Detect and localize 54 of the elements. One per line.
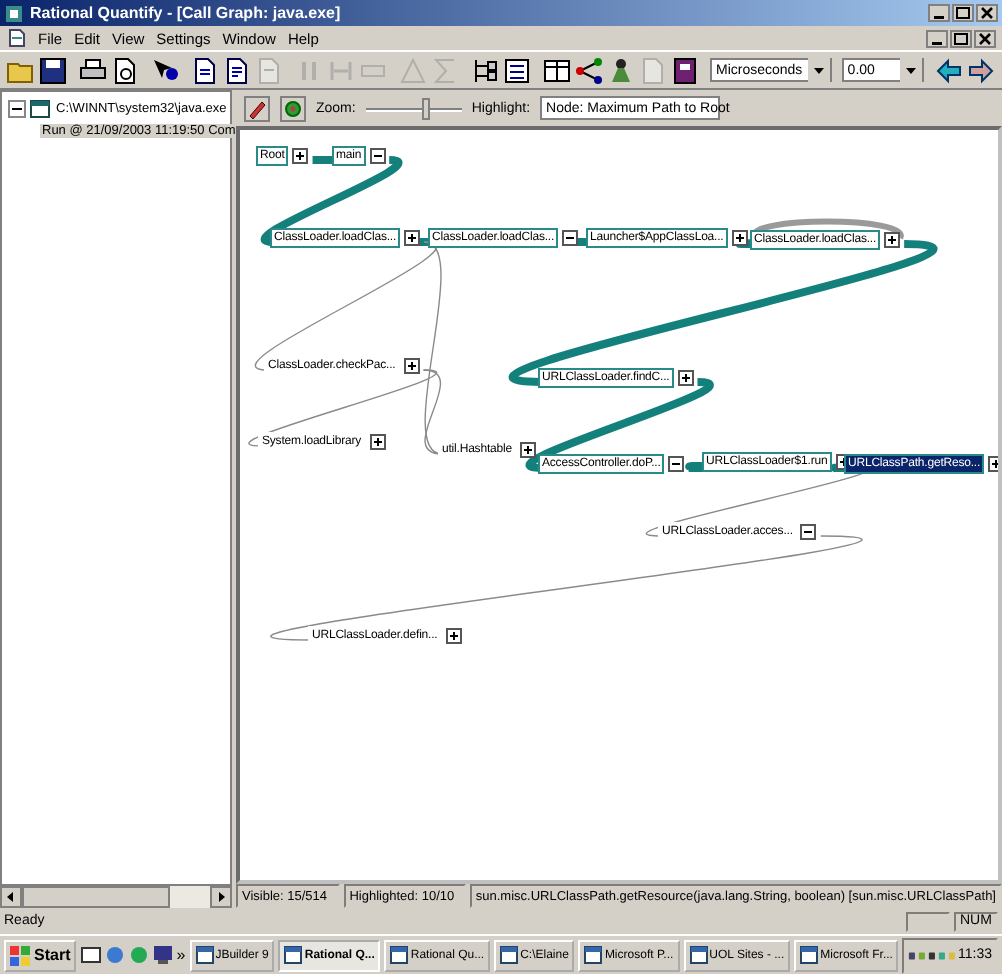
expand-toggle-icon[interactable] xyxy=(884,232,901,248)
monitor-icon[interactable] xyxy=(152,944,175,966)
page-icon[interactable] xyxy=(110,55,140,85)
horizontal-scrollbar[interactable] xyxy=(0,886,232,908)
expand-toggle-icon[interactable] xyxy=(369,434,386,450)
person-icon[interactable] xyxy=(606,55,636,85)
maximize-icon[interactable] xyxy=(952,4,974,22)
expand-toggle-icon[interactable] xyxy=(292,148,309,164)
start-button[interactable]: Start xyxy=(4,939,77,971)
desktop-icon[interactable] xyxy=(80,944,103,966)
window-icon xyxy=(30,100,50,118)
pencil-icon[interactable] xyxy=(244,95,270,121)
window-icon xyxy=(689,946,708,964)
expand-toggle-icon[interactable] xyxy=(445,628,462,644)
collapse-toggle-icon[interactable] xyxy=(562,230,579,246)
printer-icon[interactable] xyxy=(78,55,108,85)
scroll-left-icon[interactable] xyxy=(0,886,22,908)
close-icon[interactable] xyxy=(974,29,996,47)
scroll-right-icon[interactable] xyxy=(210,886,232,908)
expand-toggle-icon[interactable] xyxy=(403,358,420,374)
windows-logo-icon xyxy=(10,945,30,965)
minimize-icon[interactable] xyxy=(926,29,948,47)
list-icon[interactable] xyxy=(502,55,532,85)
scrollbar-thumb[interactable] xyxy=(22,886,170,908)
expand-toggle-icon[interactable] xyxy=(519,442,536,458)
window-icon xyxy=(584,946,603,964)
forward-arrow-icon[interactable] xyxy=(966,55,996,85)
back-arrow-icon[interactable] xyxy=(934,55,964,85)
app-icon xyxy=(4,3,24,23)
close-icon[interactable] xyxy=(976,4,998,22)
graph-icon[interactable] xyxy=(574,55,604,85)
grid-icon[interactable] xyxy=(542,55,572,85)
window-title: Rational Quantify - [Call Graph: java.exe] xyxy=(30,4,343,22)
collapse-toggle-icon[interactable] xyxy=(369,148,386,164)
collapse-toggle-icon[interactable] xyxy=(800,524,817,540)
status-pane xyxy=(906,911,950,931)
window-icon xyxy=(500,946,519,964)
gear-icon[interactable] xyxy=(280,95,306,121)
page-icon[interactable] xyxy=(222,55,252,85)
collapse-toggle-icon[interactable] xyxy=(8,100,26,118)
more-button[interactable]: » xyxy=(176,946,186,964)
window-icon xyxy=(390,946,409,964)
collapse-toggle-icon[interactable] xyxy=(668,456,685,472)
window-icon xyxy=(800,946,819,964)
expand-toggle-icon[interactable] xyxy=(677,370,694,386)
maximize-icon[interactable] xyxy=(950,29,972,47)
tree-icon[interactable] xyxy=(470,55,500,85)
expand-toggle-icon[interactable] xyxy=(731,230,748,246)
expand-toggle-icon[interactable] xyxy=(404,230,421,246)
book-icon[interactable] xyxy=(670,55,700,85)
page-icon[interactable] xyxy=(190,55,220,85)
minimize-icon[interactable] xyxy=(928,4,950,22)
window-icon xyxy=(284,946,303,964)
window-icon xyxy=(195,946,214,964)
